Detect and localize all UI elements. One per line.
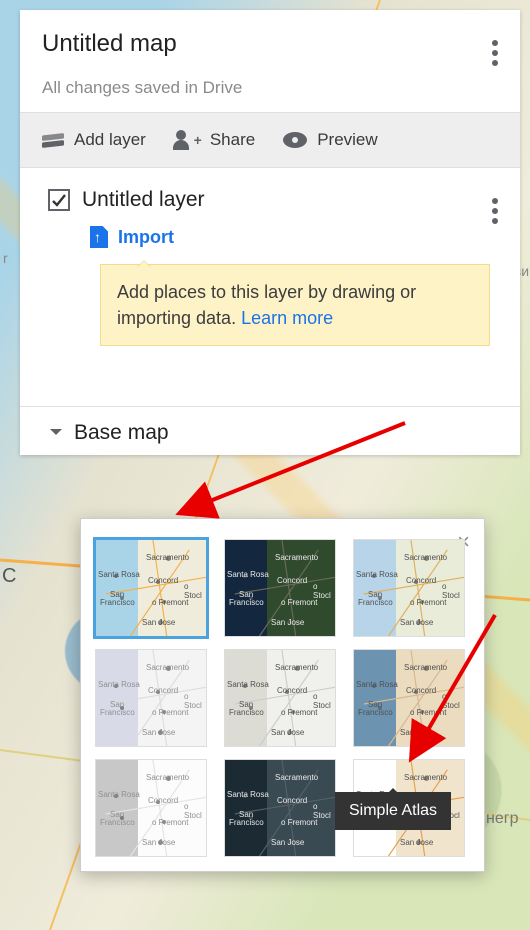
layer-menu-button[interactable] bbox=[484, 190, 506, 212]
layer-section: Untitled layer Import Add places to this… bbox=[20, 168, 520, 358]
tooltip-text: Simple Atlas bbox=[349, 802, 437, 819]
preview-label: Preview bbox=[317, 130, 377, 150]
map-title[interactable]: Untitled map bbox=[42, 30, 498, 58]
share-button[interactable]: + Share bbox=[174, 130, 255, 150]
basemap-option-terrain[interactable]: SacramentoSanta RosaConcordo StoclSanFra… bbox=[353, 539, 465, 637]
bg-label-v: r bbox=[3, 250, 8, 266]
bg-label-c: C bbox=[2, 565, 16, 588]
base-map-label: Base map bbox=[74, 421, 169, 445]
add-layer-button[interactable]: Add layer bbox=[42, 129, 146, 151]
bg-label-negr: негр bbox=[486, 810, 518, 828]
import-button[interactable]: Import bbox=[90, 226, 498, 248]
upload-file-icon bbox=[90, 226, 108, 248]
basemap-option-satellite[interactable]: SacramentoSanta RosaConcordo StoclSanFra… bbox=[224, 539, 336, 637]
basemap-option-simple-atlas[interactable]: SacramentoSanta RosaConcordo StoclSanFra… bbox=[353, 649, 465, 747]
basemap-option-map[interactable]: SacramentoSanta RosaConcordo StoclSanFra… bbox=[95, 539, 207, 637]
preview-button[interactable]: Preview bbox=[283, 130, 377, 150]
basemap-option-light-landmass[interactable]: SacramentoSanta RosaConcordo StoclSanFra… bbox=[95, 759, 207, 857]
eye-icon bbox=[283, 132, 307, 148]
learn-more-link[interactable]: Learn more bbox=[241, 308, 333, 328]
layers-icon bbox=[42, 129, 64, 151]
my-maps-panel: Untitled map All changes saved in Drive … bbox=[20, 10, 520, 455]
layer-name[interactable]: Untitled layer bbox=[82, 188, 205, 212]
add-layer-label: Add layer bbox=[74, 130, 146, 150]
basemap-option-light-political[interactable]: SacramentoSanta RosaConcordo StoclSanFra… bbox=[95, 649, 207, 747]
share-label: Share bbox=[210, 130, 255, 150]
save-status-text: All changes saved in Drive bbox=[42, 78, 498, 98]
layer-tip-box: Add places to this layer by drawing or i… bbox=[100, 264, 490, 346]
map-menu-button[interactable] bbox=[484, 32, 506, 54]
import-label: Import bbox=[118, 227, 174, 248]
chevron-down-icon bbox=[50, 429, 62, 441]
base-map-dropdown[interactable]: Base map bbox=[20, 406, 520, 455]
layer-visibility-checkbox[interactable] bbox=[48, 189, 70, 211]
basemap-option-mono-city[interactable]: SacramentoSanta RosaConcordo StoclSanFra… bbox=[224, 649, 336, 747]
person-plus-icon: + bbox=[174, 130, 200, 150]
basemap-tooltip: Simple Atlas bbox=[335, 792, 451, 830]
basemap-option-dark-landmass[interactable]: SacramentoSanta RosaConcordo StoclSanFra… bbox=[224, 759, 336, 857]
toolbar: Add layer + Share Preview bbox=[20, 112, 520, 168]
